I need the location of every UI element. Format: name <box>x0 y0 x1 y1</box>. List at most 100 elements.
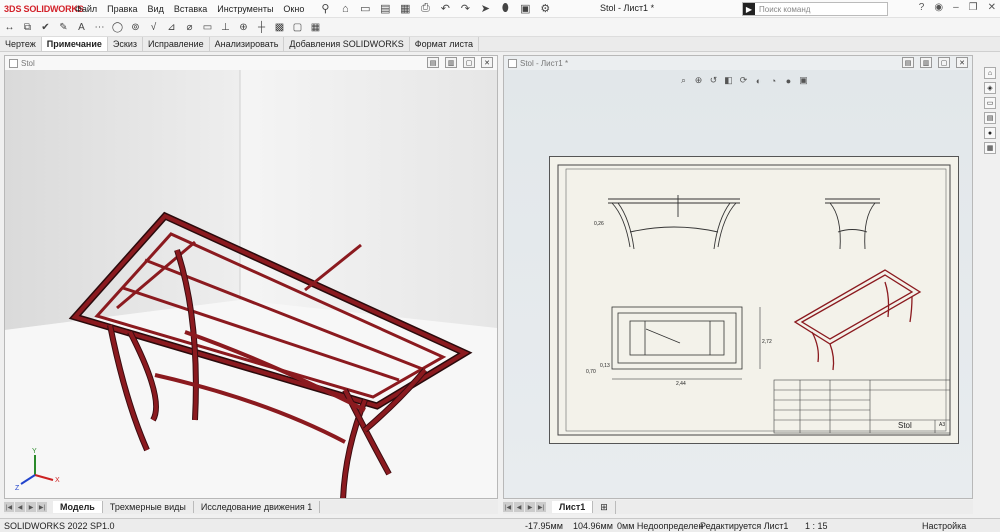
undo-icon[interactable]: ↶ <box>438 2 452 16</box>
file-explorer-icon[interactable]: ▭ <box>984 97 996 109</box>
model-items-icon[interactable]: ⧉ <box>21 21 34 34</box>
user-icon[interactable]: ◉ <box>934 2 943 13</box>
menu-insert[interactable]: Вставка <box>174 4 207 14</box>
new-document-icon[interactable]: ▭ <box>358 2 372 16</box>
last-tab-icon[interactable]: ▶| <box>37 502 47 512</box>
tab-sheet1[interactable]: Лист1 <box>552 501 594 513</box>
select-icon[interactable]: ➤ <box>478 2 492 16</box>
tab-model[interactable]: Модель <box>53 501 103 513</box>
drawing-window-header: Stol - Лист1 * ▤ ▥ ▢ ✕ <box>504 56 972 70</box>
display-style-icon[interactable]: ◐ <box>753 75 764 86</box>
area-hatch-icon[interactable]: ▩ <box>273 21 286 34</box>
window-close-icon[interactable]: ✕ <box>956 57 968 68</box>
menu-window[interactable]: Окно <box>283 4 304 14</box>
menu-file[interactable]: Файл <box>75 4 97 14</box>
next-tab-icon[interactable]: ▶ <box>525 502 535 512</box>
pin-icon[interactable]: ⚲ <box>318 2 332 16</box>
solidworks-logo[interactable]: 3DS SOLIDWORKS <box>0 3 84 14</box>
rebuild-icon[interactable]: ⬮ <box>498 2 512 16</box>
edit-appearance-icon[interactable]: ● <box>783 75 794 86</box>
menu-edit[interactable]: Правка <box>107 4 137 14</box>
tab-3d-views[interactable]: Трехмерные виды <box>103 501 194 513</box>
tab-navigation: |◀ ◀ ▶ ▶| <box>503 502 546 512</box>
prev-tab-icon[interactable]: ◀ <box>514 502 524 512</box>
format-painter-icon[interactable]: ✎ <box>57 21 70 34</box>
tab-motion-study[interactable]: Исследование движения 1 <box>194 501 321 513</box>
datum-feature-icon[interactable]: ⊥ <box>219 21 232 34</box>
split-icon[interactable]: ▥ <box>445 57 457 68</box>
tab-sketch[interactable]: Эскиз <box>108 37 143 51</box>
split-icon[interactable]: ▥ <box>920 57 932 68</box>
status-settings[interactable]: Настройка <box>922 521 966 531</box>
last-tab-icon[interactable]: ▶| <box>536 502 546 512</box>
save-icon[interactable]: ▦ <box>398 2 412 16</box>
dimension-height-small: 0,70 <box>586 369 596 375</box>
prev-tab-icon[interactable]: ◀ <box>15 502 25 512</box>
smart-dimension-icon[interactable]: ↔ <box>3 21 16 34</box>
design-library-icon[interactable]: ◈ <box>984 82 996 94</box>
tab-evaluate[interactable]: Анализировать <box>210 37 285 51</box>
first-tab-icon[interactable]: |◀ <box>503 502 513 512</box>
menu-view[interactable]: Вид <box>148 4 164 14</box>
tile-icon[interactable]: ▤ <box>427 57 439 68</box>
appearances-icon[interactable]: ● <box>984 127 996 139</box>
balloon-icon[interactable]: ◯ <box>111 21 124 34</box>
tab-sheet-format[interactable]: Формат листа <box>410 37 480 51</box>
view-palette-icon[interactable]: ▤ <box>984 112 996 124</box>
model-window: Stol ▤ ▥ ▢ ✕ Y X Z <box>4 55 498 499</box>
tab-annotation[interactable]: Примечание <box>41 37 108 51</box>
surface-finish-icon[interactable]: √ <box>147 21 160 34</box>
model-bottom-tabs: |◀ ◀ ▶ ▶| Модель Трехмерные виды Исследо… <box>4 500 498 514</box>
restore-icon[interactable]: ❐ <box>969 2 978 13</box>
hole-callout-icon[interactable]: ⌀ <box>183 21 196 34</box>
spell-check-icon[interactable]: ✔ <box>39 21 52 34</box>
home-icon[interactable]: ⌂ <box>338 2 352 16</box>
weld-symbol-icon[interactable]: ⊿ <box>165 21 178 34</box>
help-icon[interactable]: ? <box>919 2 925 13</box>
window-maximize-icon[interactable]: ▢ <box>463 57 475 68</box>
view-settings-icon[interactable]: ▣ <box>798 75 809 86</box>
minimize-icon[interactable]: – <box>953 2 959 13</box>
section-view-icon[interactable]: ◧ <box>723 75 734 86</box>
file-properties-icon[interactable]: ▣ <box>518 2 532 16</box>
previous-view-icon[interactable]: ↺ <box>708 75 719 86</box>
search-commands-input[interactable]: ▶ Поиск команд <box>742 2 888 16</box>
solidworks-resources-icon[interactable]: ⌂ <box>984 67 996 79</box>
graphics-area-3d[interactable]: Y X Z <box>5 70 497 498</box>
next-tab-icon[interactable]: ▶ <box>26 502 36 512</box>
note-icon[interactable]: A <box>75 21 88 34</box>
window-close-icon[interactable]: ✕ <box>481 57 493 68</box>
block-icon[interactable]: ▢ <box>291 21 304 34</box>
print-icon[interactable]: ⎙ <box>418 2 432 16</box>
hide-show-icon[interactable]: ◔ <box>768 75 779 86</box>
title-block-part-name: Stol <box>898 421 912 430</box>
search-scope-icon[interactable]: ▶ <box>743 3 755 15</box>
auto-balloon-icon[interactable]: ⊚ <box>129 21 142 34</box>
centerline-icon[interactable]: ┼ <box>255 21 268 34</box>
options-gear-icon[interactable]: ⚙ <box>538 2 552 16</box>
zoom-area-icon[interactable]: ⊕ <box>693 75 704 86</box>
linear-pattern-icon[interactable]: ⋯ <box>93 21 106 34</box>
zoom-to-fit-icon[interactable]: ⌕ <box>678 75 689 86</box>
menu-tools[interactable]: Инструменты <box>217 4 273 14</box>
rotate-icon[interactable]: ⟳ <box>738 75 749 86</box>
status-scale[interactable]: 1 : 15 <box>805 521 828 531</box>
tab-addins[interactable]: Добавления SOLIDWORKS <box>284 37 410 51</box>
add-sheet-icon[interactable]: ⊞ <box>593 500 616 514</box>
open-icon[interactable]: ▤ <box>378 2 392 16</box>
drawing-window-controls: ▤ ▥ ▢ ✕ <box>902 57 968 68</box>
window-maximize-icon[interactable]: ▢ <box>938 57 950 68</box>
center-mark-icon[interactable]: ⊕ <box>237 21 250 34</box>
close-icon[interactable]: ✕ <box>988 2 996 13</box>
table-icon[interactable]: ▦ <box>309 21 322 34</box>
ds-logo-icon: 3DS <box>4 3 22 14</box>
tab-drawing[interactable]: Чертеж <box>0 37 42 51</box>
first-tab-icon[interactable]: |◀ <box>4 502 14 512</box>
tab-markup[interactable]: Исправление <box>143 37 210 51</box>
redo-icon[interactable]: ↷ <box>458 2 472 16</box>
geometric-tolerance-icon[interactable]: ▭ <box>201 21 214 34</box>
dimension-width: 2,72 <box>762 339 772 345</box>
drawing-graphics-area[interactable]: ⌕ ⊕ ↺ ◧ ⟳ ◐ ◔ ● ▣ Stol A3 2,44 0,13 0,70… <box>504 70 972 498</box>
custom-properties-icon[interactable]: ▦ <box>984 142 996 154</box>
tile-icon[interactable]: ▤ <box>902 57 914 68</box>
